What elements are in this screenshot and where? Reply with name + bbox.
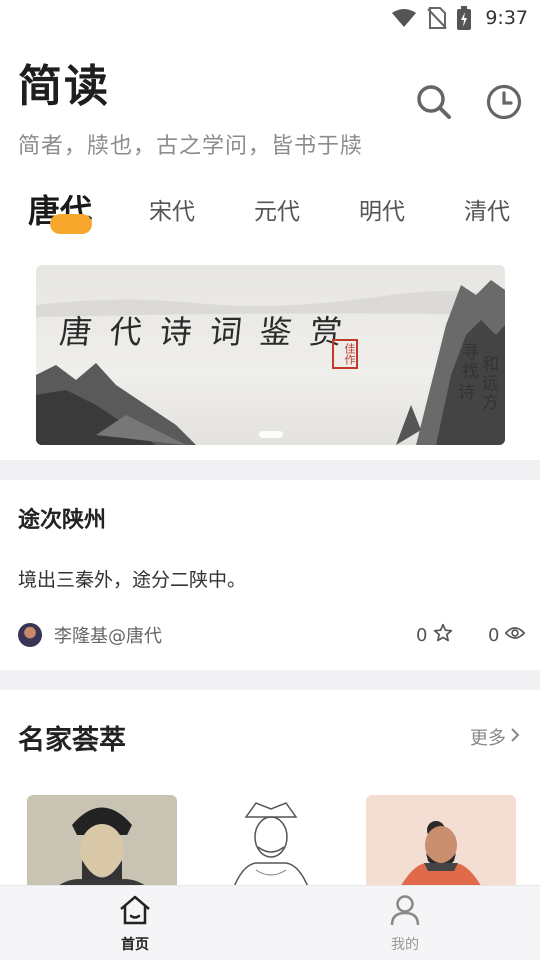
eye-icon: [505, 625, 526, 646]
banner-vertical-text-2: 和远方: [478, 355, 498, 412]
poem-excerpt: 境出三秦外，途分二陕中。: [18, 569, 247, 591]
section-divider: [0, 460, 540, 480]
app-subtitle: 简者，牍也，古之学问，皆书于牍: [18, 134, 364, 159]
nav-me-label: 我的: [391, 937, 419, 953]
more-label: 更多: [470, 728, 506, 749]
poem-title: 途次陕州: [18, 508, 107, 533]
avatar: [18, 623, 42, 647]
nav-home-label: 首页: [121, 937, 149, 953]
history-button[interactable]: [484, 84, 524, 124]
more-link[interactable]: 更多: [470, 724, 520, 750]
star-icon: [433, 623, 453, 648]
section-title: 名家荟萃: [18, 725, 126, 756]
like-button[interactable]: 0: [416, 620, 453, 650]
poet-card[interactable]: [366, 795, 516, 895]
poet-card[interactable]: [27, 795, 177, 895]
view-stat: 0: [488, 620, 526, 650]
banner-vertical-text-3: 诗: [454, 383, 474, 402]
view-count: 0: [488, 624, 500, 646]
bottom-nav: 首页 我的: [0, 885, 540, 960]
nav-home[interactable]: 首页: [85, 894, 185, 954]
poet-portrait-image: [230, 802, 312, 895]
poet-portrait-image: [47, 807, 157, 895]
carousel-indicator: [259, 431, 283, 438]
status-bar: 9:37: [0, 0, 540, 36]
banner-carousel[interactable]: 唐代诗词鉴赏 佳作 寻找 和远方 诗: [36, 265, 505, 445]
banner-seal: 佳作: [332, 339, 358, 369]
banner-landscape-art: [36, 280, 505, 445]
tab-indicator: [50, 214, 92, 234]
search-icon: [415, 83, 453, 125]
banner-title: 唐代诗词鉴赏: [57, 313, 362, 351]
nav-me[interactable]: 我的: [355, 894, 455, 954]
home-icon: [118, 894, 152, 930]
history-icon: [485, 83, 523, 125]
tab-yuan[interactable]: 元代: [254, 180, 300, 240]
like-count: 0: [416, 624, 428, 646]
tab-song[interactable]: 宋代: [149, 180, 195, 240]
tab-qing[interactable]: 清代: [464, 180, 510, 240]
user-icon: [390, 894, 420, 930]
no-sim-icon: [427, 7, 448, 29]
app-title: 简读: [18, 61, 110, 112]
poet-card[interactable]: [196, 795, 346, 895]
tab-ming[interactable]: 明代: [359, 180, 405, 240]
wifi-icon: [391, 8, 417, 28]
author-name: 李隆基@唐代: [54, 626, 162, 647]
section-divider: [0, 670, 540, 690]
chevron-right-icon: [510, 727, 520, 748]
author-row[interactable]: 李隆基@唐代: [18, 620, 162, 650]
poet-portrait-image: [396, 821, 486, 895]
search-button[interactable]: [414, 84, 454, 124]
battery-charging-icon: [457, 6, 472, 30]
status-time: 9:37: [485, 7, 528, 29]
